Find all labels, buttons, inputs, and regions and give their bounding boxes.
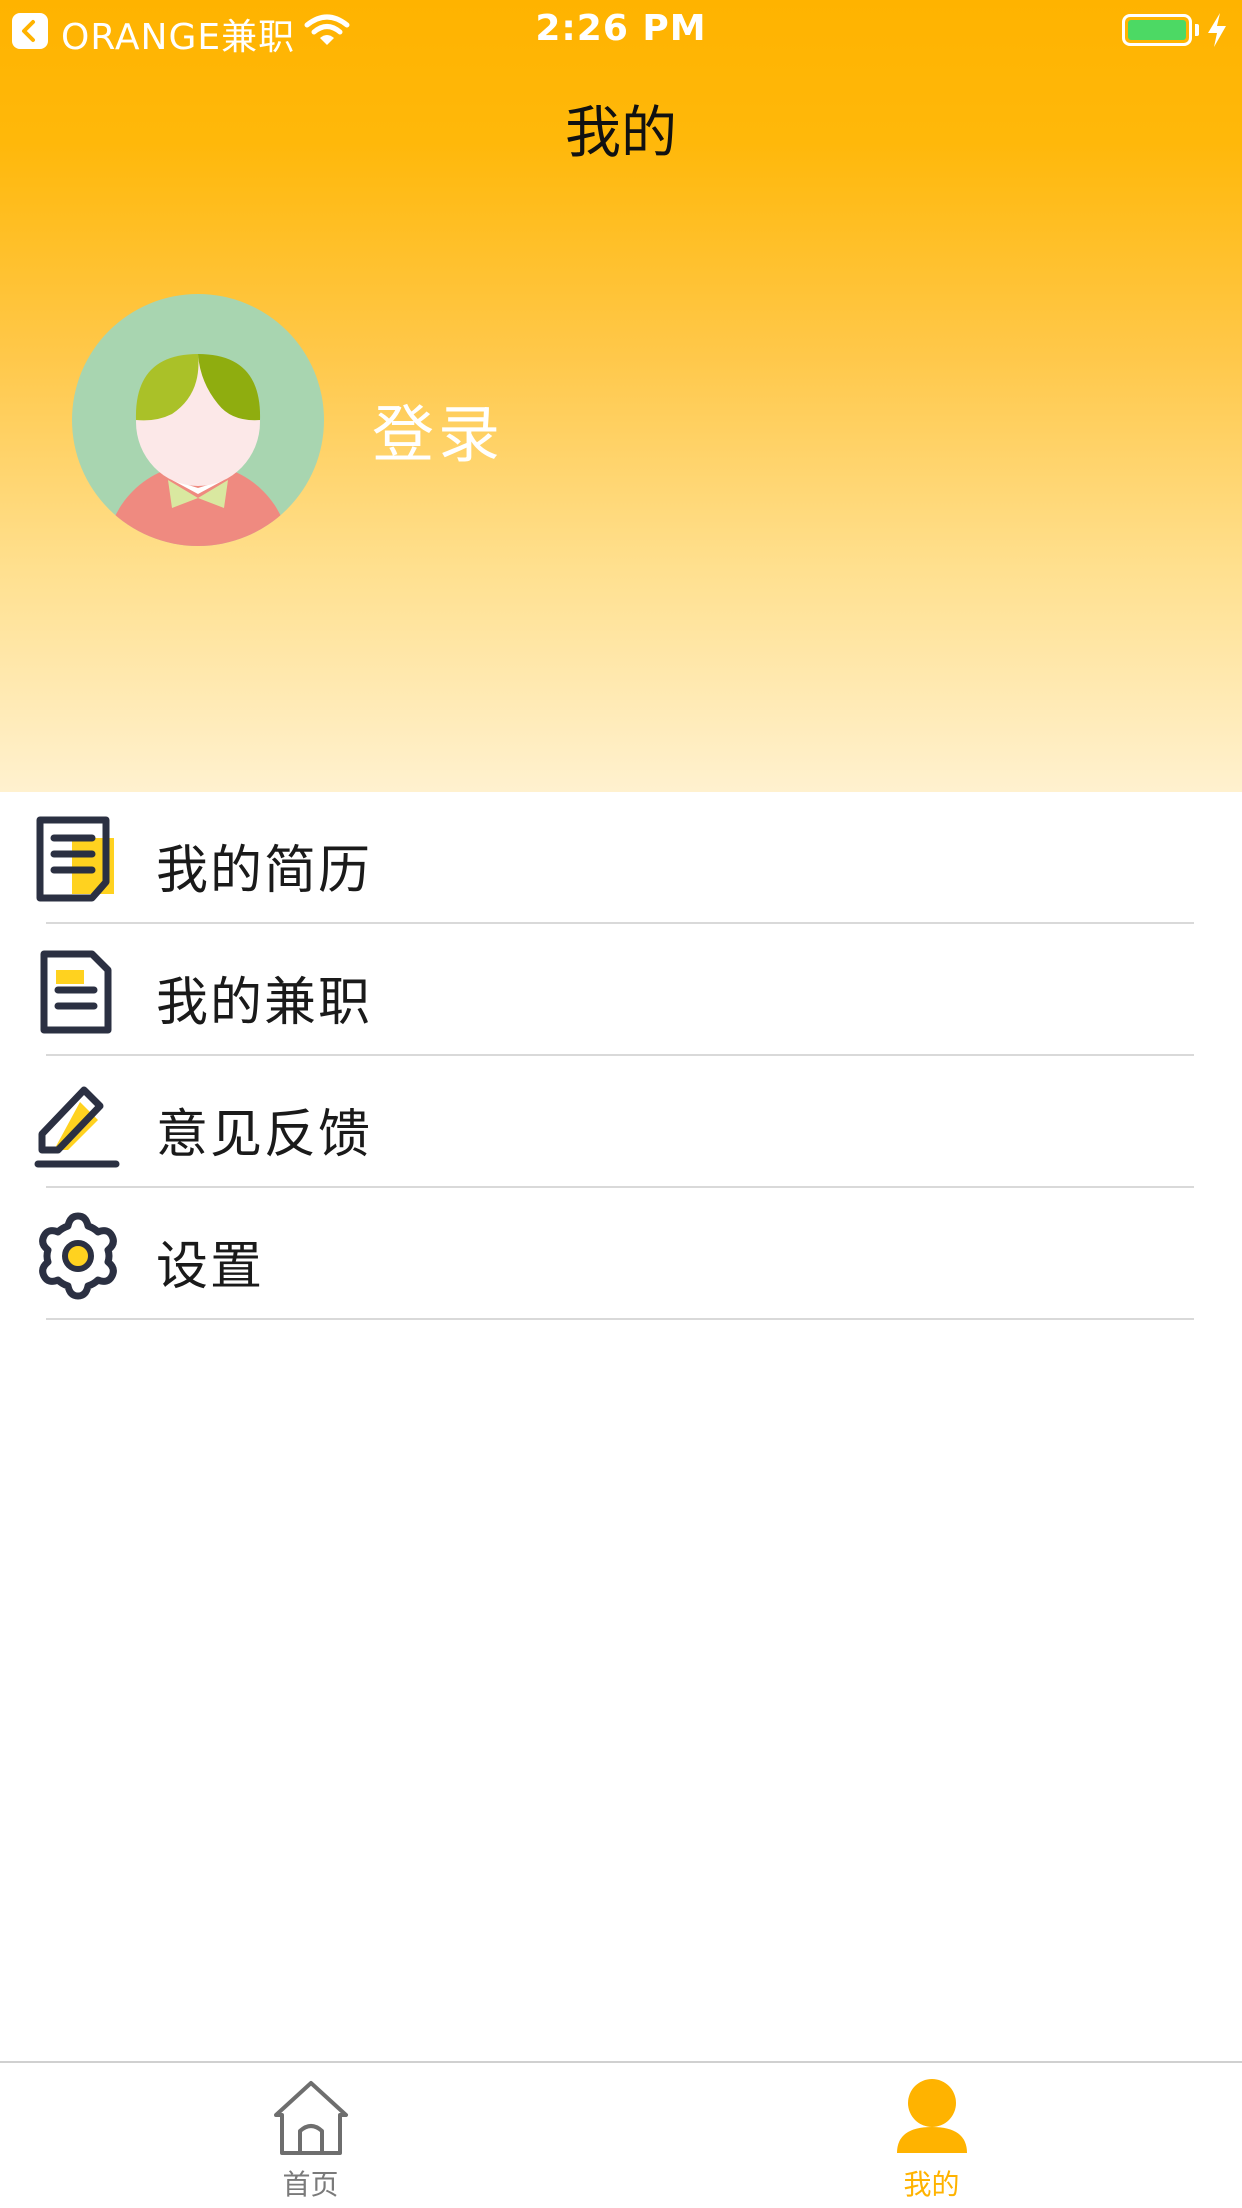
status-bar: ORANGE兼职 2:26 PM: [0, 0, 1242, 62]
page-title: 我的: [565, 101, 677, 166]
tab-label: 我的: [903, 2168, 960, 2201]
page: ORANGE兼职 2:26 PM 我的 登录 我的简历 我的兼职 意见反馈 设置…: [0, 0, 1242, 2208]
status-time: 2:26 PM: [535, 8, 707, 49]
menu-list: 我的简历 我的兼职 意见反馈 设置: [0, 792, 1242, 1320]
charging-bolt-icon: [1206, 12, 1228, 57]
tab-mine[interactable]: 我的: [621, 2063, 1242, 2208]
person-icon: [897, 2079, 967, 2153]
divider: [46, 1318, 1194, 1320]
menu-item-settings[interactable]: 设置: [0, 1188, 1242, 1320]
resume-icon: [36, 816, 114, 902]
login-link[interactable]: 登录: [372, 384, 504, 474]
avatar-girl-icon: [106, 354, 290, 546]
menu-item-feedback[interactable]: 意见反馈: [0, 1056, 1242, 1188]
part-time-jobs-icon: [40, 950, 112, 1034]
menu-item-label: 我的简历: [156, 841, 373, 901]
menu-item-resume[interactable]: 我的简历: [0, 792, 1242, 924]
avatar[interactable]: [72, 294, 324, 546]
menu-item-label: 意见反馈: [156, 1105, 373, 1165]
battery-cap: [1195, 24, 1199, 36]
tab-label: 首页: [282, 2168, 339, 2201]
feedback-edit-icon: [34, 1086, 120, 1168]
settings-gear-icon: [39, 1212, 117, 1300]
tab-bar: 首页 我的: [0, 2061, 1242, 2208]
battery-level: [1128, 20, 1186, 40]
menu-item-label: 我的兼职: [156, 973, 373, 1033]
menu-item-part-time-jobs[interactable]: 我的兼职: [0, 924, 1242, 1056]
battery-icon: [1122, 14, 1192, 46]
tab-home[interactable]: 首页: [0, 2063, 621, 2208]
menu-item-label: 设置: [156, 1237, 265, 1297]
home-icon: [274, 2081, 348, 2155]
